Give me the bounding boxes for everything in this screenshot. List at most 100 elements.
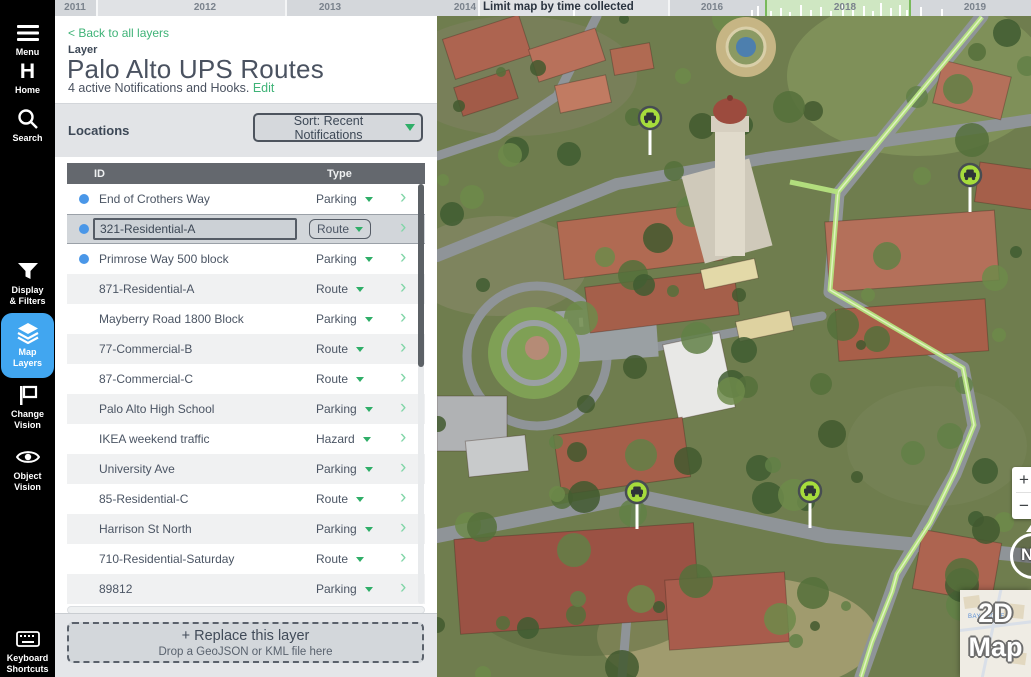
row-detail-chevron[interactable]: › bbox=[400, 308, 406, 327]
table-row[interactable]: 85-Residential-C Route › bbox=[67, 484, 425, 514]
row-detail-chevron[interactable]: › bbox=[400, 398, 406, 417]
table-row[interactable]: Palo Alto High SchoolParking› bbox=[67, 394, 425, 424]
type-dropdown[interactable]: Route bbox=[316, 492, 364, 506]
map-canvas[interactable]: + − N BAYSHORE 2D Map bbox=[437, 16, 1031, 677]
type-value: Route bbox=[316, 372, 348, 386]
sidebar: MenuHHome Search Display & Filters Map Laye… bbox=[0, 0, 55, 677]
sort-dropdown-label: Sort: Recent Notifications bbox=[261, 114, 396, 142]
sidebar-item-label: Object Vision bbox=[0, 471, 55, 494]
table-row[interactable]: 77-Commercial-BRoute› bbox=[67, 334, 425, 364]
timeline-tick bbox=[96, 0, 98, 16]
replace-layer-dropzone[interactable]: + Replace this layer Drop a GeoJSON or K… bbox=[67, 622, 424, 663]
time-selection-handle[interactable] bbox=[909, 0, 911, 16]
location-id: Harrison St North bbox=[99, 522, 192, 536]
timeline-histogram-bar bbox=[941, 9, 943, 16]
limit-map-by-time-label[interactable]: Limit map by time collected bbox=[483, 1, 634, 13]
timeline-year-label: 2019 bbox=[964, 2, 986, 13]
location-id: Mayberry Road 1800 Block bbox=[99, 312, 244, 326]
table-body: End of Crothers WayParking›Route›Primros… bbox=[67, 184, 425, 604]
timeline-tick bbox=[668, 0, 670, 16]
row-detail-chevron[interactable]: › bbox=[400, 428, 406, 447]
type-dropdown[interactable]: Route bbox=[316, 282, 364, 296]
back-to-layers-link[interactable]: < Back to all layers bbox=[68, 26, 169, 40]
sidebar-item-home[interactable]: HHome bbox=[0, 60, 55, 96]
zoom-out-button[interactable]: − bbox=[1012, 493, 1031, 518]
type-dropdown[interactable]: Parking bbox=[316, 252, 373, 266]
row-detail-chevron[interactable]: › bbox=[400, 518, 406, 537]
timeline-histogram-bar bbox=[800, 5, 802, 16]
sidebar-item-display-filters[interactable]: Display & Filters bbox=[0, 260, 55, 308]
sidebar-item-search[interactable]: Search bbox=[0, 108, 55, 144]
sidebar-item-label: Change Vision bbox=[0, 409, 55, 432]
type-dropdown[interactable]: Parking bbox=[316, 402, 373, 416]
timeline-histogram-bar bbox=[880, 3, 882, 16]
sidebar-item-menu[interactable]: Menu bbox=[0, 22, 55, 58]
timeline-histogram-bar bbox=[780, 8, 782, 16]
location-id: End of Crothers Way bbox=[99, 192, 210, 206]
row-detail-chevron[interactable]: › bbox=[400, 248, 406, 267]
column-header-type: Type bbox=[327, 168, 352, 180]
sort-dropdown[interactable]: Sort: Recent Notifications bbox=[253, 113, 423, 142]
row-detail-chevron[interactable]: › bbox=[400, 488, 406, 507]
timeline-histogram-bar bbox=[789, 12, 791, 16]
chevron-down-icon bbox=[356, 287, 364, 292]
row-detail-chevron[interactable]: › bbox=[400, 338, 406, 357]
sidebar-item-map-layers[interactable]: Map Layers bbox=[0, 322, 55, 370]
sidebar-item-label: Search bbox=[0, 133, 55, 144]
table-row[interactable]: University AveParking› bbox=[67, 454, 425, 484]
table-row[interactable]: Harrison St North Parking › bbox=[67, 514, 425, 544]
table-row[interactable]: End of Crothers Way Parking › bbox=[67, 184, 425, 214]
chevron-down-icon bbox=[356, 377, 364, 382]
row-detail-chevron[interactable]: › bbox=[400, 278, 406, 297]
timeline-histogram-bar bbox=[920, 7, 922, 16]
eye-icon bbox=[0, 446, 55, 468]
timeline-histogram-bar bbox=[906, 10, 908, 16]
sidebar-item-keyboard-shortcuts[interactable]: Keyboard Shortcuts bbox=[0, 628, 55, 676]
table-row[interactable]: 87-Commercial-CRoute› bbox=[67, 364, 425, 394]
sidebar-item-change-vision[interactable]: Change Vision bbox=[0, 384, 55, 432]
type-dropdown[interactable]: Route bbox=[309, 219, 371, 239]
location-id: 871-Residential-A bbox=[99, 282, 194, 296]
edit-notifications-link[interactable]: Edit bbox=[253, 81, 275, 95]
app-root: 2011201220132014201620182019Limit map by… bbox=[0, 0, 1031, 677]
table-row[interactable]: 89812Parking› bbox=[67, 574, 425, 604]
table-row[interactable]: Primrose Way 500 block Parking › bbox=[67, 244, 425, 274]
location-id: 710-Residential-Saturday bbox=[99, 552, 234, 566]
type-dropdown[interactable]: Parking bbox=[316, 522, 373, 536]
row-detail-chevron[interactable]: › bbox=[400, 368, 406, 387]
type-dropdown[interactable]: Parking bbox=[316, 582, 373, 596]
row-detail-chevron[interactable]: › bbox=[400, 458, 406, 477]
mode-2d-line1: 2D bbox=[960, 598, 1031, 629]
row-detail-chevron[interactable]: › bbox=[400, 548, 406, 567]
map-zoom-control: + − bbox=[1012, 467, 1031, 519]
type-dropdown[interactable]: Route bbox=[316, 552, 364, 566]
compass-north-pointer-icon bbox=[1026, 522, 1031, 532]
type-dropdown[interactable]: Route bbox=[316, 372, 364, 386]
keyboard-icon bbox=[0, 628, 55, 650]
location-id: Primrose Way 500 block bbox=[99, 252, 229, 266]
type-dropdown[interactable]: Parking bbox=[316, 312, 373, 326]
table-row[interactable]: 710-Residential-Saturday Route › bbox=[67, 544, 425, 574]
row-detail-chevron[interactable]: › bbox=[400, 218, 406, 237]
type-dropdown[interactable]: Parking bbox=[316, 192, 373, 206]
type-dropdown[interactable]: Parking bbox=[316, 462, 373, 476]
sidebar-item-object-vision[interactable]: Object Vision bbox=[0, 446, 55, 494]
time-selection-handle[interactable] bbox=[765, 0, 767, 16]
row-detail-chevron[interactable]: › bbox=[400, 188, 406, 207]
timeline-segment bbox=[96, 0, 285, 16]
table-row[interactable]: Mayberry Road 1800 Block Parking › bbox=[67, 304, 425, 334]
table-row[interactable]: Route › bbox=[67, 214, 425, 244]
timeline-tick bbox=[478, 0, 480, 16]
table-row[interactable]: IKEA weekend trafficHazard› bbox=[67, 424, 425, 454]
zoom-in-button[interactable]: + bbox=[1012, 467, 1031, 492]
type-dropdown[interactable]: Route bbox=[316, 342, 364, 356]
table-row[interactable]: 871-Residential-A Route › bbox=[67, 274, 425, 304]
timeline-year-label: 2018 bbox=[834, 2, 856, 13]
map-mode-2d-button[interactable]: BAYSHORE 2D Map bbox=[960, 590, 1031, 677]
row-detail-chevron[interactable]: › bbox=[400, 578, 406, 597]
vertical-scrollbar-thumb[interactable] bbox=[418, 184, 424, 367]
time-collected-timeline[interactable]: 2011201220132014201620182019Limit map by… bbox=[55, 0, 1031, 16]
location-id: 85-Residential-C bbox=[99, 492, 188, 506]
location-id-input[interactable] bbox=[93, 218, 297, 240]
type-dropdown[interactable]: Hazard bbox=[316, 432, 371, 446]
